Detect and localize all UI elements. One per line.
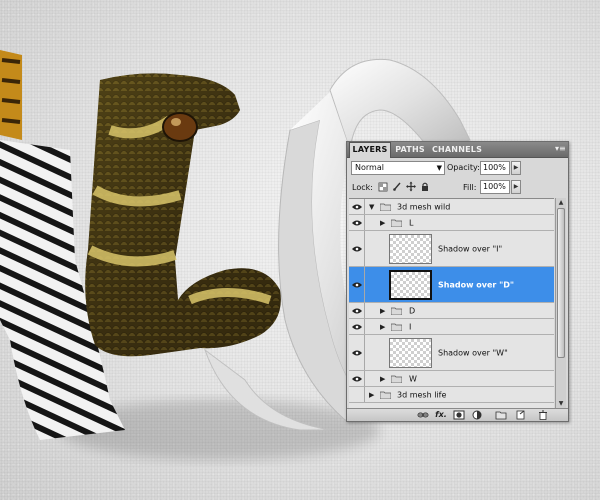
layer-row-group[interactable]: ▶ D xyxy=(349,303,554,319)
blend-mode-select[interactable]: Normal ▼ xyxy=(351,161,445,175)
expand-triangle-right-icon[interactable]: ▶ xyxy=(380,323,385,331)
trash-icon[interactable] xyxy=(537,410,549,420)
layers-scrollbar[interactable]: ▲ ▼ xyxy=(555,198,566,409)
layer-row[interactable]: Shadow over "W" xyxy=(349,335,554,371)
layer-name: Shadow over "D" xyxy=(438,280,515,289)
visibility-toggle-empty[interactable] xyxy=(349,387,365,402)
tab-channels[interactable]: CHANNELS xyxy=(431,143,483,157)
lock-all-icon[interactable] xyxy=(420,181,430,192)
layer-name: Shadow over "I" xyxy=(438,244,503,253)
layer-row-group[interactable]: ▶ 3d mesh life xyxy=(349,387,554,403)
expand-triangle-down-icon[interactable]: ▼ xyxy=(369,203,374,211)
layer-thumbnail xyxy=(389,270,432,300)
opacity-slider-arrow-icon[interactable]: ▶ xyxy=(511,161,521,175)
folder-icon xyxy=(391,375,402,383)
folder-icon xyxy=(391,323,402,331)
layer-row-group[interactable]: ▶ W xyxy=(349,371,554,387)
fill-label: Fill: xyxy=(463,183,477,192)
visibility-eye-icon[interactable] xyxy=(349,199,365,214)
tab-layers[interactable]: LAYERS xyxy=(349,142,391,158)
visibility-eye-icon[interactable] xyxy=(349,231,365,266)
panel-menu-icon[interactable]: ▾≡ xyxy=(555,144,566,154)
expand-triangle-right-icon[interactable]: ▶ xyxy=(369,391,374,399)
layer-name: L xyxy=(409,218,414,227)
lock-options xyxy=(378,181,430,193)
folder-icon xyxy=(380,391,391,399)
new-group-icon[interactable] xyxy=(495,410,507,420)
layers-panel: LAYERS PATHS CHANNELS ▾≡ Normal ▼ Opacit… xyxy=(346,141,569,422)
visibility-eye-icon[interactable] xyxy=(349,303,365,318)
lock-pixels-icon[interactable] xyxy=(392,181,402,192)
visibility-eye-icon[interactable] xyxy=(349,319,365,334)
lock-position-icon[interactable] xyxy=(406,181,416,192)
scroll-down-icon[interactable]: ▼ xyxy=(557,400,565,408)
layer-row-selected[interactable]: Shadow over "D" xyxy=(349,267,554,303)
visibility-eye-icon[interactable] xyxy=(349,335,365,370)
fill-slider-arrow-icon[interactable]: ▶ xyxy=(511,180,521,194)
visibility-eye-icon[interactable] xyxy=(349,215,365,230)
new-layer-icon[interactable] xyxy=(515,410,527,420)
link-layers-icon[interactable] xyxy=(417,410,429,420)
adjustment-layer-icon[interactable] xyxy=(471,410,483,420)
layer-mask-icon[interactable] xyxy=(453,410,465,420)
layer-row[interactable]: Shadow over "I" xyxy=(349,231,554,267)
dropdown-arrow-icon: ▼ xyxy=(436,164,442,172)
lock-transparency-icon[interactable] xyxy=(378,181,388,192)
blend-mode-value: Normal xyxy=(355,163,384,172)
layers-list: ▼ 3d mesh wild ▶ L Shadow over "I" Shado… xyxy=(349,198,554,410)
layer-row-group[interactable]: ▶ I xyxy=(349,319,554,335)
expand-triangle-right-icon[interactable]: ▶ xyxy=(380,219,385,227)
layer-thumbnail xyxy=(389,338,432,368)
snake-letter xyxy=(85,73,281,357)
panel-tab-bar: LAYERS PATHS CHANNELS ▾≡ xyxy=(347,142,568,158)
fx-icon[interactable]: fx. xyxy=(435,410,447,420)
visibility-eye-icon[interactable] xyxy=(349,371,365,386)
layer-name: W xyxy=(409,374,417,383)
layer-name: I xyxy=(409,322,412,331)
folder-icon xyxy=(380,203,391,211)
lock-label: Lock: xyxy=(352,183,373,192)
layer-row-group[interactable]: ▼ 3d mesh wild xyxy=(349,199,554,215)
scroll-thumb[interactable] xyxy=(557,208,565,358)
layer-thumbnail xyxy=(389,234,432,264)
layer-name: 3d mesh life xyxy=(397,390,447,399)
layer-name: 3d mesh wild xyxy=(397,202,451,211)
tab-paths[interactable]: PATHS xyxy=(392,143,428,157)
expand-triangle-right-icon[interactable]: ▶ xyxy=(380,375,385,383)
scroll-up-icon[interactable]: ▲ xyxy=(557,199,565,207)
layer-row-group[interactable]: ▶ L xyxy=(349,215,554,231)
layer-name: Shadow over "W" xyxy=(438,348,508,357)
visibility-eye-icon[interactable] xyxy=(349,267,365,302)
opacity-label: Opacity: xyxy=(447,163,480,172)
expand-triangle-right-icon[interactable]: ▶ xyxy=(380,307,385,315)
panel-footer: fx. xyxy=(347,408,568,421)
folder-icon xyxy=(391,307,402,315)
fill-input[interactable]: 100% xyxy=(480,180,510,194)
opacity-input[interactable]: 100% xyxy=(480,161,510,175)
layer-name: D xyxy=(409,306,416,315)
folder-icon xyxy=(391,219,402,227)
